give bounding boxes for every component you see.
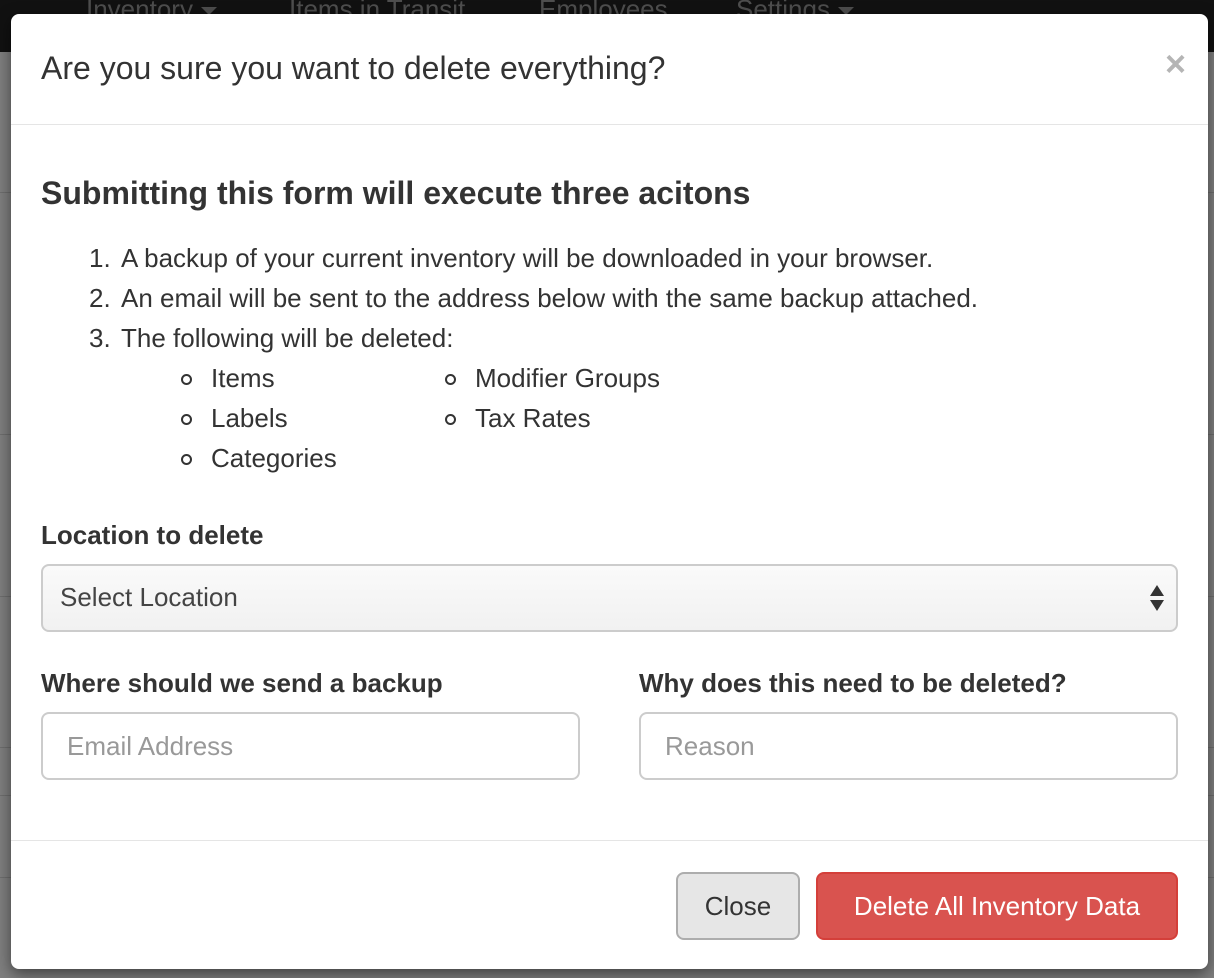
delete-confirmation-modal: Are you sure you want to delete everythi… xyxy=(11,14,1208,969)
action-list: 1. A backup of your current inventory wil… xyxy=(89,238,978,358)
list-item-number: 2. xyxy=(89,283,111,313)
list-item: Modifier Groups xyxy=(445,358,660,398)
location-select[interactable]: Select Location xyxy=(41,564,1178,632)
list-item-text: An email will be sent to the address bel… xyxy=(121,283,979,313)
list-item: 1. A backup of your current inventory wil… xyxy=(89,238,978,278)
list-item: Labels xyxy=(181,398,337,438)
list-item-number: 1. xyxy=(89,243,111,273)
section-heading: Submitting this form will execute three … xyxy=(41,175,751,211)
deleted-items-list: Modifier Groups Tax Rates xyxy=(445,358,660,438)
deleted-items-list: Items Labels Categories xyxy=(181,358,337,478)
list-item: Items xyxy=(181,358,337,398)
list-item: Tax Rates xyxy=(445,398,660,438)
select-arrows-icon xyxy=(1150,585,1164,613)
modal-title: Are you sure you want to delete everythi… xyxy=(41,50,666,86)
location-label: Location to delete xyxy=(41,520,264,550)
list-item-number: 3. xyxy=(89,323,111,353)
backup-email-label: Where should we send a backup xyxy=(41,668,443,698)
reason-label: Why does this need to be deleted? xyxy=(639,668,1067,698)
list-item: 2. An email will be sent to the address b… xyxy=(89,278,978,318)
modal-footer-divider xyxy=(11,840,1208,841)
list-item: 3. The following will be deleted: xyxy=(89,318,978,358)
close-button[interactable]: Close xyxy=(676,872,800,940)
email-field[interactable] xyxy=(41,712,580,780)
close-icon[interactable]: × xyxy=(1165,46,1186,82)
list-item-text: The following will be deleted: xyxy=(121,323,454,353)
modal-header: Are you sure you want to delete everythi… xyxy=(11,14,1208,125)
location-select-value: Select Location xyxy=(60,582,238,612)
list-item-text: A backup of your current inventory will … xyxy=(121,243,934,273)
reason-field[interactable] xyxy=(639,712,1178,780)
list-item: Categories xyxy=(181,438,337,478)
delete-all-button[interactable]: Delete All Inventory Data xyxy=(816,872,1178,940)
